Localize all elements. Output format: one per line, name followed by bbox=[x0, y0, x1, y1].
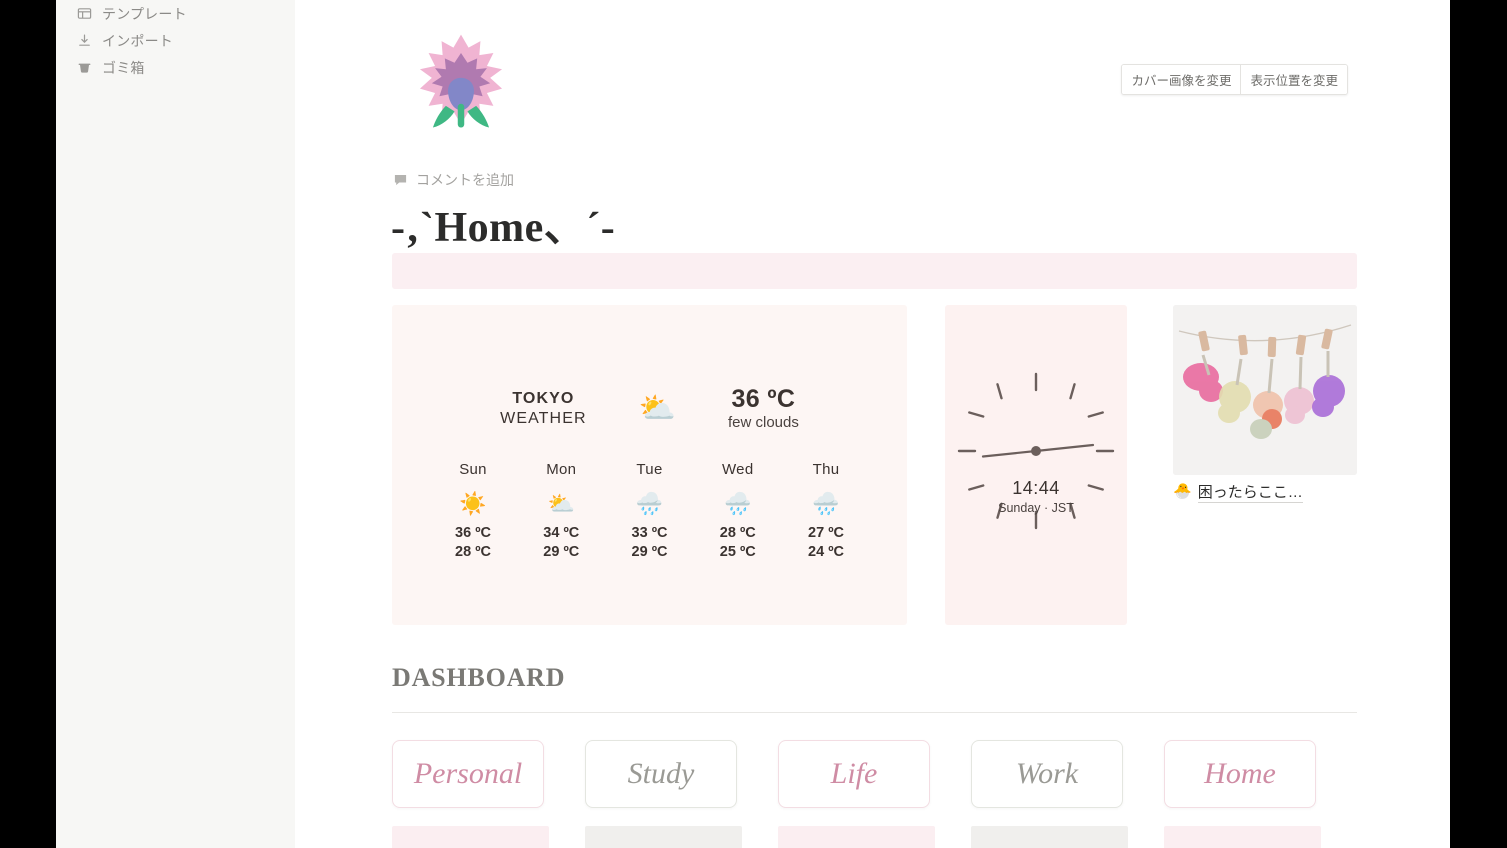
sidebar-item-label: インポート bbox=[102, 32, 173, 49]
card-color-block bbox=[1164, 826, 1321, 848]
sidebar-item-import[interactable]: インポート bbox=[56, 27, 295, 54]
forecast-high: 33 ºC bbox=[631, 525, 668, 541]
dashboard-card-home[interactable]: Home bbox=[1164, 740, 1316, 808]
card-color-block bbox=[778, 826, 935, 848]
forecast-low: 28 ºC bbox=[455, 544, 491, 560]
add-comment-label: コメントを追加 bbox=[416, 172, 514, 188]
pink-callout-block[interactable] bbox=[392, 253, 1357, 289]
add-comment-button[interactable]: コメントを追加 bbox=[393, 170, 514, 190]
dashboard-heading: DASHBOARD bbox=[392, 663, 566, 692]
weather-city-line1: TOKYO bbox=[512, 390, 575, 407]
forecast-low: 24 ºC bbox=[808, 544, 844, 560]
dashboard-card-work[interactable]: Work bbox=[971, 740, 1123, 808]
dashboard-card-column: Study bbox=[585, 740, 778, 848]
weather-widget[interactable]: TOKYO WEATHER ⛅ 36 ºC few clouds Sun ☀️ … bbox=[392, 305, 907, 625]
screen: テンプレート インポート ゴミ箱 カバー画像を変更 表示位置を変更 コメントを追… bbox=[0, 0, 1507, 848]
dashboard-card-study[interactable]: Study bbox=[585, 740, 737, 808]
hatching-chick-icon: 🐣 bbox=[1173, 483, 1192, 500]
bookmark-label: 困ったらここ… bbox=[1197, 481, 1303, 503]
rain-cloud-icon: 🌧️ bbox=[635, 491, 664, 516]
dried-flowers-photo[interactable] bbox=[1173, 305, 1357, 475]
forecast-low: 29 ºC bbox=[543, 544, 580, 560]
import-icon bbox=[76, 33, 92, 49]
forecast-high: 28 ºC bbox=[719, 525, 756, 541]
sun-icon: ☀️ bbox=[459, 491, 487, 516]
comment-bubble-icon bbox=[393, 173, 408, 187]
sidebar-item-label: ゴミ箱 bbox=[102, 59, 145, 76]
dashboard-card-column: Personal bbox=[392, 740, 585, 848]
forecast-low: 25 ºC bbox=[719, 544, 756, 560]
card-color-block bbox=[971, 826, 1128, 848]
flower-icon[interactable] bbox=[407, 26, 515, 134]
reposition-cover-button[interactable]: 表示位置を変更 bbox=[1240, 65, 1347, 94]
forecast-high: 27 ºC bbox=[808, 525, 844, 541]
weather-current-temp: 36 ºC bbox=[731, 385, 796, 413]
clock-subtitle: Sunday · JST bbox=[998, 501, 1074, 515]
clock-hour-hand bbox=[981, 449, 1038, 458]
forecast-high: 34 ºC bbox=[543, 525, 580, 541]
clock-readout: 14:44 Sunday · JST bbox=[945, 477, 1127, 517]
card-color-block bbox=[585, 826, 742, 848]
clock-time: 14:44 bbox=[1012, 478, 1060, 498]
weather-current-desc: few clouds bbox=[728, 414, 799, 431]
bookmark-link[interactable]: 🐣 困ったらここ… bbox=[1173, 481, 1303, 503]
forecast-day-name: Tue bbox=[636, 461, 663, 478]
forecast-day: Sun ☀️ 36 ºC 28 ºC bbox=[436, 461, 510, 562]
weather-forecast: Sun ☀️ 36 ºC 28 ºC Mon ⛅ 34 ºC 29 ºC Tue… bbox=[392, 433, 907, 562]
forecast-day-name: Sun bbox=[459, 461, 487, 478]
page-canvas: カバー画像を変更 表示位置を変更 コメントを追加 -‚`Home、´- TOKY… bbox=[295, 0, 1450, 848]
page-title[interactable]: -‚`Home、´- bbox=[391, 193, 615, 254]
weather-city-line2: WEATHER bbox=[500, 410, 587, 427]
sun-behind-cloud-icon: ⛅ bbox=[547, 491, 575, 516]
sidebar-item-templates[interactable]: テンプレート bbox=[56, 0, 295, 27]
forecast-day: Tue 🌧️ 33 ºC 29 ºC bbox=[613, 461, 687, 562]
dashboard-card-column: Life bbox=[778, 740, 971, 848]
weather-city: TOKYO WEATHER bbox=[500, 389, 587, 429]
clock-widget[interactable]: 14:44 Sunday · JST bbox=[945, 305, 1127, 625]
forecast-day-name: Thu bbox=[812, 461, 840, 478]
forecast-high: 36 ºC bbox=[455, 525, 491, 541]
trash-icon bbox=[76, 60, 92, 76]
sidebar-item-trash[interactable]: ゴミ箱 bbox=[56, 54, 295, 81]
card-color-block bbox=[392, 826, 549, 848]
dashboard-card-personal[interactable]: Personal bbox=[392, 740, 544, 808]
weather-current: TOKYO WEATHER ⛅ 36 ºC few clouds bbox=[392, 305, 907, 433]
forecast-low: 29 ºC bbox=[631, 544, 668, 560]
dashboard-cards: Personal Study Life Work Home bbox=[392, 740, 1357, 848]
dashboard-card-column: Work bbox=[971, 740, 1164, 848]
sidebar: テンプレート インポート ゴミ箱 bbox=[56, 0, 295, 848]
letterbox-right bbox=[1450, 0, 1507, 848]
rain-cloud-icon: 🌧️ bbox=[724, 491, 752, 516]
dashboard-card-column: Home bbox=[1164, 740, 1357, 848]
forecast-day: Mon ⛅ 34 ºC 29 ºC bbox=[524, 461, 598, 562]
clock-center-dot bbox=[1031, 446, 1041, 456]
sidebar-item-label: テンプレート bbox=[102, 5, 187, 22]
cover-controls: カバー画像を変更 表示位置を変更 bbox=[1121, 64, 1348, 95]
forecast-day-name: Mon bbox=[546, 461, 577, 478]
weather-now: 36 ºC few clouds bbox=[728, 385, 799, 433]
forecast-day: Wed 🌧️ 28 ºC 25 ºC bbox=[701, 461, 775, 562]
clock-minute-hand bbox=[1034, 443, 1095, 453]
sun-behind-cloud-icon: ⛅ bbox=[638, 392, 676, 425]
dashboard-divider bbox=[392, 712, 1357, 713]
template-icon bbox=[76, 6, 92, 22]
rain-cloud-icon: 🌧️ bbox=[812, 491, 840, 516]
forecast-day: Thu 🌧️ 27 ºC 24 ºC bbox=[789, 461, 863, 562]
dashboard-card-life[interactable]: Life bbox=[778, 740, 930, 808]
change-cover-button[interactable]: カバー画像を変更 bbox=[1122, 65, 1241, 94]
forecast-day-name: Wed bbox=[722, 461, 754, 478]
letterbox-left bbox=[0, 0, 56, 848]
